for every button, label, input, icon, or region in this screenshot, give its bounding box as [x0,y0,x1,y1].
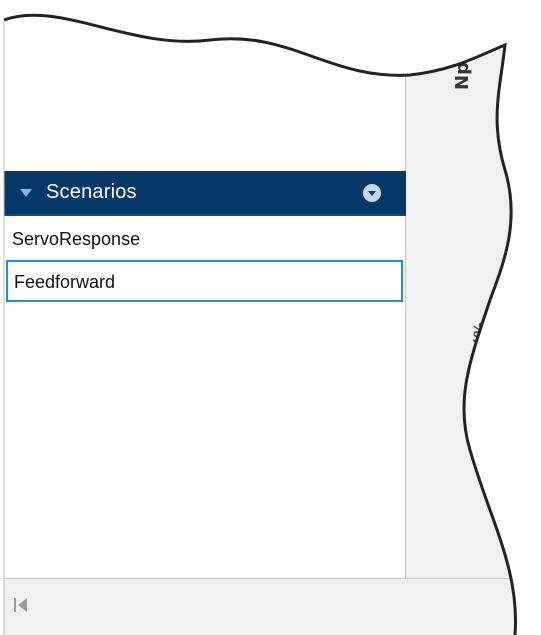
circle-chevron-down-icon[interactable] [363,184,381,202]
scenarios-title: Scenarios [46,181,137,203]
y-axis-label-partial: (% [470,321,489,345]
pane-divider[interactable] [405,60,406,635]
y-axis-label: Np (%) [452,21,473,90]
scenario-item-servoresponse[interactable]: ServoResponse [4,220,402,258]
plot-bottom-rule [406,578,541,579]
triangle-down-icon[interactable] [20,189,32,197]
scenario-item-feedforward[interactable]: Feedforward [6,260,403,302]
header-divider [4,214,406,216]
scenarios-header[interactable]: Scenarios [4,171,406,214]
scenarios-pane [4,0,406,635]
go-to-first-icon[interactable] [14,597,30,615]
navigation-bar [4,578,406,635]
plot-area [406,0,541,635]
